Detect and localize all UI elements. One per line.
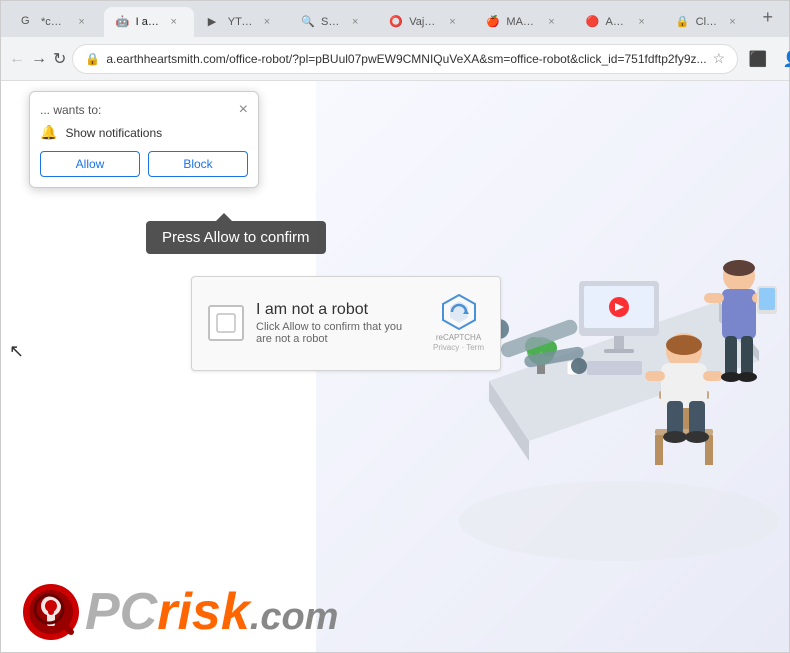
toolbar-right: ⬛ 👤 Relaunch to update ⋮ [744, 45, 790, 73]
pc-text: PC [85, 583, 157, 641]
forward-button[interactable]: → [31, 45, 47, 73]
pcrisk-text-group: PCrisk.com [85, 582, 338, 642]
risk-text: risk [157, 583, 250, 641]
tab-7-favicon: 🔴 [585, 15, 599, 29]
pcrisk-logo: PCrisk.com [21, 582, 338, 642]
tab-1-favicon: G [21, 15, 35, 29]
pcrisk-icon [21, 582, 81, 642]
url-text: a.earthheartsmith.com/office-robot/?pl=p… [106, 52, 706, 66]
recaptcha-brand: reCAPTCHA [433, 333, 484, 343]
tab-5-close[interactable]: × [444, 14, 460, 30]
checkbox-icon [216, 313, 236, 333]
recaptcha-subtitle: Click Allow to confirm that you are not … [256, 321, 421, 345]
tab-4-favicon: 🔍 [301, 15, 315, 29]
bell-icon: 🔔 [40, 124, 57, 141]
tab-8[interactable]: 🔒 Click '... × [664, 7, 753, 37]
bookmark-icon[interactable]: ☆ [713, 50, 726, 67]
tab-6-favicon: 🍎 [486, 15, 500, 29]
recaptcha-logo [440, 293, 478, 331]
tab-1[interactable]: G *combi... × [9, 7, 102, 37]
tab-7-close[interactable]: × [634, 14, 650, 30]
popup-header: ... wants to: × [40, 102, 248, 118]
tooltip-text: Press Allow to confirm [162, 229, 310, 246]
notification-popup: ... wants to: × 🔔 Show notifications All… [29, 91, 259, 188]
tab-1-title: *combi... [41, 16, 68, 28]
recaptcha-brand-text: reCAPTCHA Privacy · Term [433, 333, 484, 354]
tab-4[interactable]: 🔍 Search × [289, 7, 375, 37]
tab-2-favicon: 🤖 [116, 15, 130, 29]
tab-5-title: VajraSy... [409, 16, 438, 28]
tab-3-title: YTube... [228, 16, 253, 28]
tab-1-close[interactable]: × [74, 14, 90, 30]
toolbar: ← → ↻ 🔒 a.earthheartsmith.com/office-rob… [1, 37, 789, 81]
popup-notification-row: 🔔 Show notifications [40, 124, 248, 141]
tab-5[interactable]: ⭕ VajraSy... × [377, 7, 472, 37]
profile-button[interactable]: 👤 [778, 45, 790, 73]
tab-2-close[interactable]: × [166, 14, 182, 30]
recaptcha-checkbox[interactable] [208, 305, 244, 341]
extensions-button[interactable]: ⬛ [744, 45, 772, 73]
tab-3[interactable]: ▶ YTube... × [196, 7, 287, 37]
tab-3-close[interactable]: × [259, 14, 275, 30]
tab-4-title: Search [321, 16, 341, 28]
com-text: .com [250, 596, 339, 638]
tab-4-close[interactable]: × [347, 14, 363, 30]
recaptcha-term[interactable]: Term [466, 343, 484, 352]
tab-2[interactable]: 🤖 I am n... × [104, 7, 194, 37]
tab-7[interactable]: 🔴 Apple... × [573, 7, 661, 37]
recaptcha-box[interactable]: I am not a robot Click Allow to confirm … [191, 276, 501, 371]
tab-6-title: MACPE... [506, 16, 537, 28]
page-content: ... wants to: × 🔔 Show notifications All… [1, 81, 789, 652]
popup-close-button[interactable]: × [239, 102, 248, 118]
tab-6-close[interactable]: × [543, 14, 559, 30]
allow-button[interactable]: Allow [40, 151, 140, 177]
press-allow-tooltip: Press Allow to confirm [146, 221, 326, 254]
recaptcha-privacy[interactable]: Privacy [433, 343, 459, 352]
reload-button[interactable]: ↻ [53, 45, 66, 73]
popup-title: ... wants to: [40, 103, 101, 117]
notification-text: Show notifications [65, 126, 162, 140]
tab-5-favicon: ⭕ [389, 15, 403, 29]
tab-8-title: Click '... [696, 16, 719, 28]
tab-2-title: I am n... [136, 16, 160, 28]
tab-8-favicon: 🔒 [676, 15, 690, 29]
address-bar[interactable]: 🔒 a.earthheartsmith.com/office-robot/?pl… [72, 44, 738, 74]
tab-6[interactable]: 🍎 MACPE... × [474, 7, 571, 37]
recaptcha-links: Privacy · Term [433, 343, 484, 353]
browser-frame: G *combi... × 🤖 I am n... × ▶ YTube... ×… [0, 0, 790, 653]
lock-icon: 🔒 [85, 52, 100, 66]
recaptcha-logo-area: reCAPTCHA Privacy · Term [433, 293, 484, 354]
recaptcha-text-area: I am not a robot Click Allow to confirm … [256, 301, 421, 345]
block-button[interactable]: Block [148, 151, 248, 177]
new-tab-button[interactable]: + [754, 7, 781, 28]
recaptcha-title: I am not a robot [256, 301, 421, 319]
tab-bar: G *combi... × 🤖 I am n... × ▶ YTube... ×… [1, 1, 789, 37]
back-button[interactable]: ← [9, 45, 25, 73]
tab-8-close[interactable]: × [724, 14, 740, 30]
tab-3-favicon: ▶ [208, 15, 222, 29]
tab-7-title: Apple... [605, 16, 627, 28]
mouse-cursor: ↖ [9, 341, 24, 362]
popup-buttons: Allow Block [40, 151, 248, 177]
